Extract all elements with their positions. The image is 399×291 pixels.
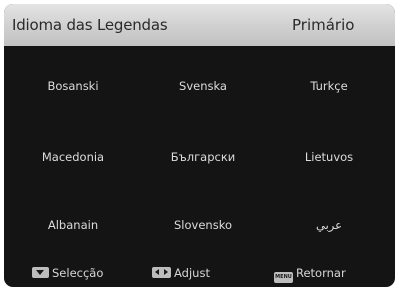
language-option[interactable]: Lietuvos xyxy=(274,150,384,164)
language-option[interactable]: Turkçe xyxy=(274,79,384,93)
adjust-hint: Adjust xyxy=(152,265,210,281)
language-option[interactable]: Svenska xyxy=(148,79,258,93)
header-bar: Idioma das Legendas Primário xyxy=(4,4,395,46)
subtitle-language-screen: Idioma das Legendas Primário Bosanski Sv… xyxy=(4,4,395,287)
language-option[interactable]: Български xyxy=(148,150,258,164)
down-arrow-key-icon xyxy=(32,267,49,278)
menu-key-icon: MENU xyxy=(274,272,293,283)
return-hint-label: Retornar xyxy=(296,266,346,280)
language-option[interactable]: Bosanski xyxy=(18,79,128,93)
return-hint: MENU Retornar xyxy=(274,265,346,283)
language-option[interactable]: عربي xyxy=(274,218,384,232)
left-right-key-icon xyxy=(152,267,171,278)
language-option[interactable]: Slovensko xyxy=(148,218,258,232)
select-hint-label: Selecção xyxy=(52,266,104,280)
page-title: Idioma das Legendas xyxy=(12,16,168,34)
language-grid: Bosanski Svenska Turkçe Macedonia Българ… xyxy=(4,46,395,256)
language-option[interactable]: Macedonia xyxy=(18,150,128,164)
subtitle-mode-value[interactable]: Primário xyxy=(292,16,354,34)
select-hint: Selecção xyxy=(32,265,103,281)
adjust-hint-label: Adjust xyxy=(174,266,210,280)
footer-hints: Selecção Adjust MENU Retornar xyxy=(4,260,395,287)
language-option[interactable]: Albanain xyxy=(18,218,128,232)
